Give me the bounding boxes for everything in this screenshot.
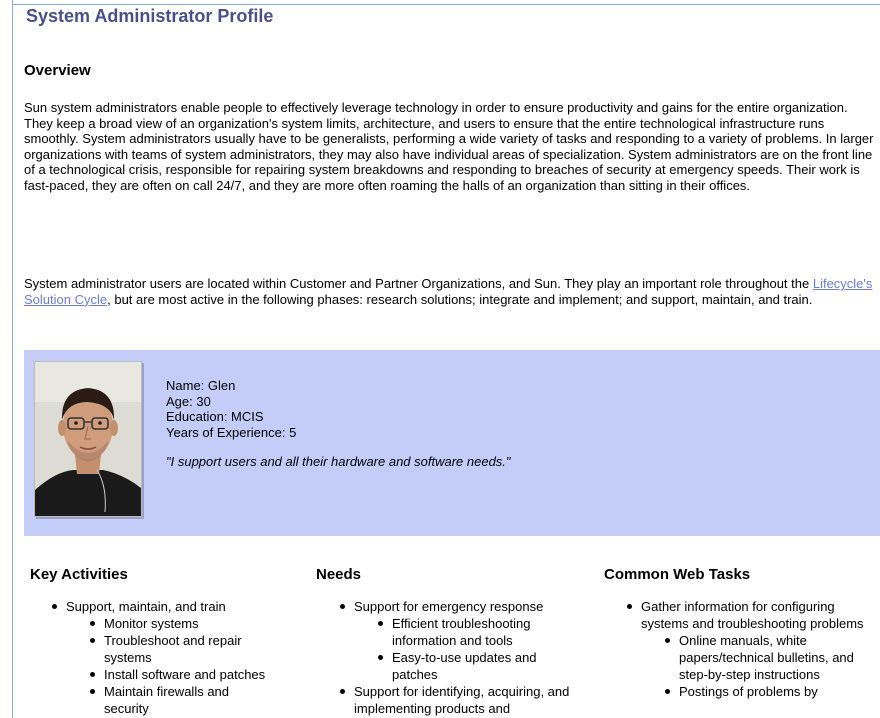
bullet-icon (665, 638, 670, 643)
list-item-text: Install software and patches (104, 667, 266, 682)
list-item-text: Easy-to-use updates and patches (392, 650, 537, 682)
overview-paragraph-1: Sun system administrators enable people … (24, 100, 874, 193)
list-item-text: Support, maintain, and train (66, 599, 226, 614)
sub-list: Efficient troubleshooting information an… (378, 615, 586, 683)
list-item: Troubleshoot and repair systems (90, 632, 284, 666)
persona-age: Age: 30 (166, 393, 211, 409)
list-item: Monitor systems (90, 615, 300, 632)
list-item: Online manuals, white papers/technical b… (665, 632, 879, 683)
web-tasks-heading: Common Web Tasks (604, 566, 751, 583)
list-item-text: Postings of problems by (679, 684, 818, 699)
list-item-text: Troubleshoot and repair systems (104, 633, 242, 665)
list-item-text: Support for emergency response (354, 599, 544, 614)
list-item-text: Online manuals, white papers/technical b… (679, 633, 854, 682)
persona-photo (34, 361, 142, 517)
bullet-icon (378, 655, 383, 660)
list-item-text: Maintain firewalls and security (104, 684, 230, 716)
list-item: Maintain firewalls and security (90, 683, 264, 717)
page-title: System Administrator Profile (26, 6, 274, 26)
list-item: Install software and patches (90, 666, 300, 683)
list-item-text: Gather information for configuring syste… (641, 599, 864, 631)
persona-education: Education: MCIS (166, 409, 264, 424)
bullet-icon (90, 672, 95, 677)
persona-details: Name: Glen Age: 30 Education: MCIS Years… (166, 378, 511, 470)
list-item: Support for emergency response Efficient… (340, 598, 586, 683)
overview-heading: Overview (24, 62, 91, 79)
list-item: Gather information for configuring syste… (627, 598, 879, 700)
frame-top-border (12, 4, 880, 5)
needs-heading: Needs (316, 566, 362, 583)
overview-paragraph-2-text-a: System administrator users are located w… (24, 276, 813, 291)
bullet-icon (627, 604, 632, 609)
needs-list: Support for emergency response Efficient… (340, 598, 586, 717)
bullet-icon (340, 689, 345, 694)
bullet-icon (90, 621, 95, 626)
list-item: Easy-to-use updates and patches (378, 649, 572, 683)
overview-paragraph-2: System administrator users are located w… (24, 276, 876, 307)
bullet-icon (90, 689, 95, 694)
persona-name: Name: Glen (166, 378, 236, 393)
bullet-icon (378, 621, 383, 626)
sub-list: Monitor systems Troubleshoot and repair … (90, 615, 300, 717)
key-activities-list: Support, maintain, and train Monitor sys… (52, 598, 300, 717)
persona-experience: Years of Experience: 5 (166, 424, 297, 440)
bullet-icon (52, 604, 57, 609)
persona-quote: "I support users and all their hardware … (166, 454, 511, 469)
list-item-text: Efficient troubleshooting information an… (392, 616, 531, 648)
needs-column: Needs Support for emergency response Eff… (316, 566, 586, 717)
list-item-text: Monitor systems (104, 616, 199, 631)
web-tasks-list: Gather information for configuring syste… (627, 598, 879, 700)
sub-list: Online manuals, white papers/technical b… (665, 632, 879, 700)
list-item: Efficient troubleshooting information an… (378, 615, 572, 649)
list-item-text: Support for identifying, acquiring, and … (354, 684, 570, 716)
persona-panel: Name: Glen Age: 30 Education: MCIS Years… (24, 350, 880, 536)
bullet-icon (340, 604, 345, 609)
key-activities-heading: Key Activities (30, 566, 128, 583)
list-item: Support for identifying, acquiring, and … (340, 683, 586, 717)
overview-paragraph-2-text-b: , but are most active in the following p… (107, 291, 813, 307)
bullet-icon (665, 689, 670, 694)
key-activities-column: Key Activities Support, maintain, and tr… (30, 566, 300, 717)
web-tasks-column: Common Web Tasks Gather information for … (604, 566, 874, 700)
list-item: Support, maintain, and train Monitor sys… (52, 598, 300, 717)
list-item: Postings of problems by (665, 683, 879, 700)
persona-portrait-image (35, 362, 141, 516)
bullet-icon (90, 638, 95, 643)
frame-left-border (12, 0, 13, 718)
